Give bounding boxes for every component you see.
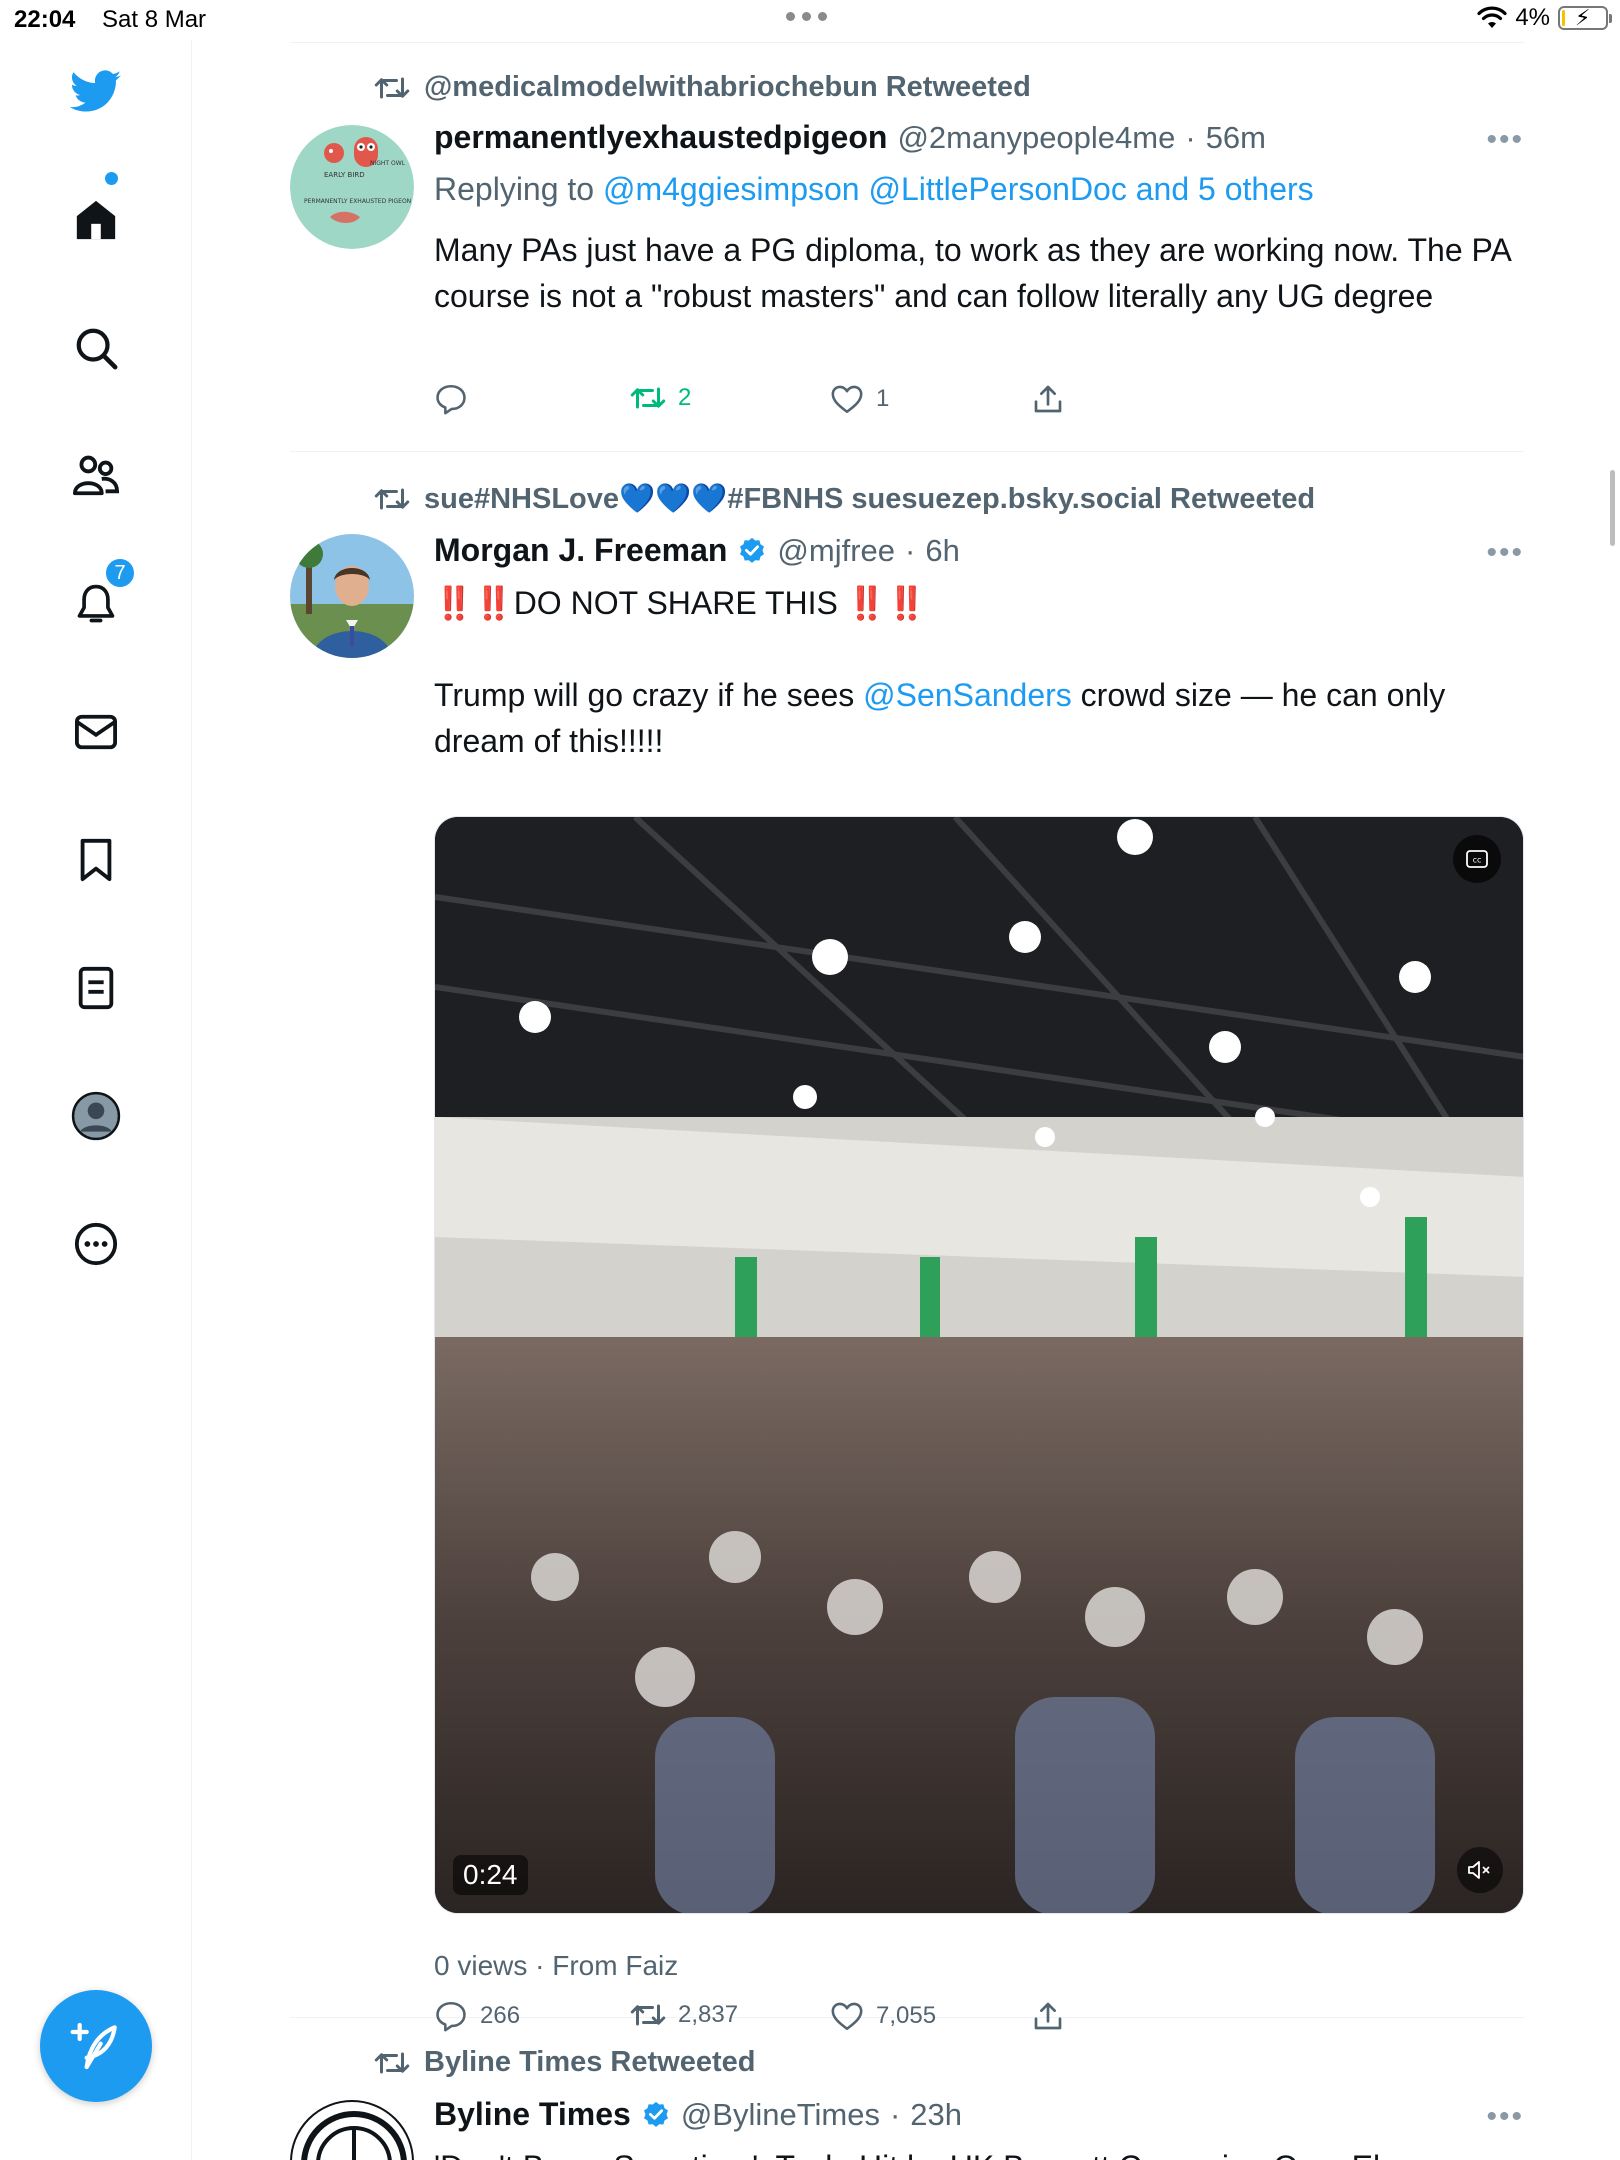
status-date: Sat 8 Mar [102, 6, 207, 33]
notifications-badge: 7 [104, 557, 136, 589]
replying-to-users-link[interactable]: @m4ggiesimpson @LittlePersonDoc and 5 ot… [603, 171, 1314, 207]
battery-level [1562, 10, 1565, 26]
mention-link[interactable]: @SenSanders [863, 677, 1072, 713]
twitter-bird-icon[interactable] [70, 66, 122, 118]
profile-icon[interactable] [70, 1090, 122, 1142]
status-time: 22:04 [14, 6, 76, 33]
retweet-context: sue#NHSLove💙💙💙#FBNHS suesuezep.bsky.soci… [374, 482, 1315, 516]
tweet-text-paragraph: Trump will go crazy if he sees @SenSande… [434, 672, 1514, 764]
retweeted-by-text[interactable]: @medicalmodelwithabriochebun Retweeted [424, 71, 1031, 104]
tweet-more-button[interactable]: ••• [1486, 123, 1524, 157]
bookmarks-icon[interactable] [70, 834, 122, 886]
replying-to-label: Replying to [434, 171, 595, 207]
tweet-text: 'Don't Buy a Swasticar': Tesla Hit by UK… [434, 2144, 1514, 2160]
tweet-text-line: ‼️‼️DO NOT SHARE THIS ‼️‼️ [434, 585, 927, 621]
video-views: 0 views · From Faiz [434, 1950, 679, 1981]
video-duration: 0:24 [453, 1855, 528, 1895]
reply-button[interactable] [434, 383, 480, 415]
sidebar: 7 [0, 40, 192, 2160]
tweet-header: Byline Times @BylineTimes · 23h [434, 2096, 962, 2133]
avatar[interactable] [290, 2100, 414, 2160]
home-unread-dot [105, 172, 118, 185]
timestamp[interactable]: 6h [925, 533, 959, 569]
avatar[interactable] [290, 534, 414, 658]
communities-icon[interactable] [70, 450, 122, 502]
display-name[interactable]: Byline Times [434, 2096, 631, 2133]
retweet-icon [374, 2052, 410, 2073]
avatar-night-owl-text: NIGHT OWL [370, 160, 406, 167]
separator-dot: · [905, 533, 916, 568]
avatar-bottom-text: PERMANENTLY EXHAUSTED PIGEON [304, 198, 411, 205]
scrollbar[interactable] [1610, 470, 1615, 546]
compose-tweet-icon [70, 2022, 117, 2070]
tweet-actions: 2 1 [434, 383, 1074, 423]
display-name[interactable]: permanentlyexhaustedpigeon [434, 119, 887, 156]
replying-to: Replying to @m4ggiesimpson @LittlePerson… [434, 171, 1314, 208]
avatar[interactable]: EARLY BIRD NIGHT OWL PERMANENTLY EXHAUST… [290, 125, 414, 249]
battery-percentage: 4% [1515, 4, 1550, 31]
retweet-icon [630, 387, 666, 409]
verified-badge-icon [643, 2101, 668, 2127]
multitasking-dots-icon[interactable] [786, 12, 827, 21]
video-player[interactable]: cc 0:24 [434, 816, 1524, 1914]
heart-icon [831, 385, 863, 414]
search-icon[interactable] [70, 322, 122, 374]
reply-icon [436, 384, 466, 415]
retweet-context: @medicalmodelwithabriochebun Retweeted [374, 71, 1031, 104]
timeline-feed: @medicalmodelwithabriochebun Retweeted E… [290, 42, 1524, 2160]
compose-tweet-button[interactable] [40, 1990, 152, 2102]
separator-dot: · [889, 2097, 901, 2132]
retweet-button[interactable]: 2 [630, 383, 691, 413]
tweet-header: Morgan J. Freeman @mjfree · 6h [434, 532, 960, 569]
video-frame [435, 817, 1523, 1913]
tweet-text: Many PAs just have a PG diploma, to work… [434, 232, 1511, 314]
user-handle[interactable]: @2manypeople4me [897, 120, 1175, 156]
retweeted-by-text[interactable]: sue#NHSLove💙💙💙#FBNHS suesuezep.bsky.soci… [424, 482, 1315, 516]
closed-captions-button[interactable]: cc [1453, 835, 1501, 883]
tweet-text: ‼️‼️DO NOT SHARE THIS ‼️‼️ Trump will go… [434, 580, 1514, 764]
user-handle[interactable]: @BylineTimes [681, 2097, 880, 2133]
battery-icon: ⚡ [1558, 5, 1612, 30]
retweet-icon [374, 77, 410, 98]
status-bar: 22:04 Sat 8 Mar 4% ⚡ [0, 0, 1620, 40]
tweet-more-button[interactable]: ••• [1486, 536, 1524, 570]
charging-bolt-icon: ⚡ [1575, 5, 1591, 30]
tweet-more-button[interactable]: ••• [1486, 2100, 1524, 2134]
wifi-icon [1477, 6, 1507, 28]
tweet[interactable]: sue#NHSLove💙💙💙#FBNHS suesuezep.bsky.soci… [290, 452, 1524, 2032]
like-button[interactable]: 1 [830, 383, 889, 415]
svg-text:cc: cc [1473, 856, 1482, 865]
tweet[interactable]: Byline Times Retweeted Byline Times @Byl… [290, 2018, 1524, 2160]
timestamp[interactable]: 56m [1206, 120, 1266, 156]
retweet-context: Byline Times Retweeted [374, 2046, 755, 2079]
retweet-icon [374, 488, 410, 510]
avatar-early-bird-text: EARLY BIRD [324, 171, 365, 179]
more-icon[interactable] [70, 1218, 122, 1270]
home-icon[interactable] [70, 194, 122, 246]
tweet-header: permanentlyexhaustedpigeon @2manypeople4… [434, 119, 1266, 156]
like-count: 1 [876, 385, 890, 412]
tweet-text-before-mention: Trump will go crazy if he sees [434, 677, 864, 713]
tweet[interactable]: @medicalmodelwithabriochebun Retweeted E… [290, 43, 1524, 451]
verified-badge-icon [740, 537, 765, 563]
retweet-count: 2 [678, 384, 692, 411]
messages-icon[interactable] [70, 706, 122, 758]
share-icon [1034, 385, 1062, 413]
share-button[interactable] [1032, 383, 1064, 415]
display-name[interactable]: Morgan J. Freeman [434, 532, 727, 569]
user-handle[interactable]: @mjfree [777, 533, 895, 569]
retweeted-by-text[interactable]: Byline Times Retweeted [424, 2046, 755, 2079]
muted-speaker-icon [1468, 1861, 1490, 1879]
status-indicators: 4% ⚡ [1477, 4, 1612, 32]
timestamp[interactable]: 23h [910, 2097, 962, 2133]
lists-icon[interactable] [70, 962, 122, 1014]
mute-button[interactable] [1457, 1847, 1503, 1893]
closed-captions-icon: cc [1466, 850, 1488, 868]
separator-dot: · [1185, 120, 1196, 155]
